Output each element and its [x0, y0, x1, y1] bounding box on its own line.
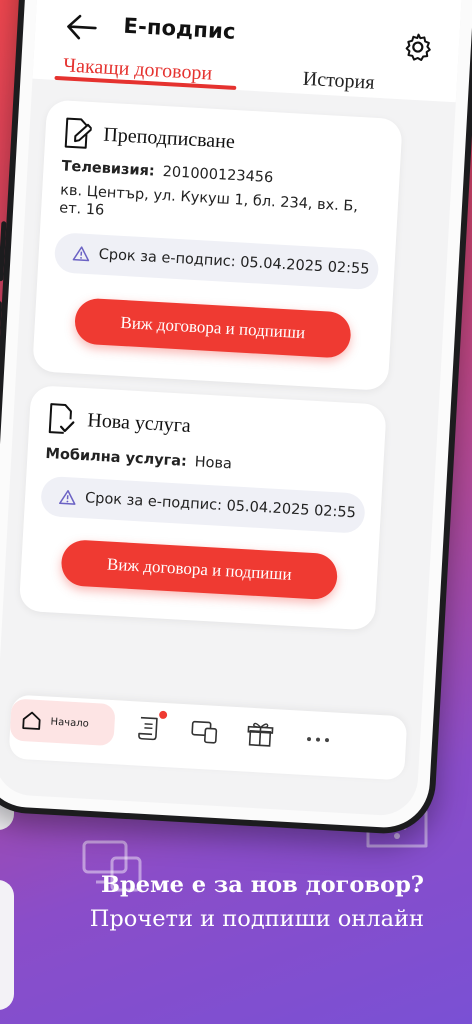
more-icon[interactable] — [303, 723, 333, 753]
app-screen: Е-подпис Чакащи договори История Преподп… — [0, 0, 464, 818]
contract-card: Преподписване Телевизия: 201000123456 кв.… — [32, 99, 403, 391]
deadline-text: Срок за е-подпис: 05.04.2025 02:55 — [98, 246, 370, 278]
devices-icon[interactable] — [190, 716, 220, 746]
warning-icon — [59, 489, 76, 505]
service-value: Нова — [194, 454, 233, 473]
address-line: кв. Център, ул. Кукуш 1, бл. 234, вх. Б, — [59, 182, 359, 215]
card-title: Преподписване — [102, 123, 236, 153]
view-and-sign-button[interactable]: Виж договора и подпиши — [73, 297, 352, 359]
tagline-bold: Време е за нов договор? — [101, 872, 424, 898]
document-check-icon — [48, 403, 75, 434]
phone-mockup: Е-подпис Чакащи договори История Преподп… — [0, 0, 472, 837]
warning-icon — [72, 246, 90, 262]
card-header: Нова услуга — [47, 402, 192, 442]
tab-history[interactable]: История — [302, 68, 375, 95]
contract-scroll-icon[interactable] — [134, 713, 164, 743]
background-card — [0, 880, 14, 1010]
arrow-left-icon[interactable] — [65, 12, 99, 42]
tagline-rest: Прочети и подпиши онлайн — [89, 906, 424, 932]
card-title: Нова услуга — [86, 408, 192, 437]
deadline-banner: Срок за е-подпис: 05.04.2025 02:55 — [53, 232, 380, 291]
bottom-navigation: Начало — [8, 694, 408, 781]
promo-tagline: Време е за нов договор? Прочети и подпиш… — [84, 868, 424, 936]
deadline-banner: Срок за е-подпис: 05.04.2025 02:55 — [40, 475, 366, 534]
document-edit-icon — [64, 117, 93, 149]
view-and-sign-button[interactable]: Виж договора и подпиши — [60, 539, 339, 601]
deadline-text: Срок за е-подпис: 05.04.2025 02:55 — [84, 490, 357, 522]
notification-badge — [158, 710, 168, 720]
card-header: Преподписване — [63, 116, 236, 158]
address-line: ет. 16 — [58, 200, 105, 219]
service-line: Телевизия: 201000123456 — [61, 158, 274, 186]
service-value: 201000123456 — [162, 164, 274, 187]
gear-icon[interactable] — [402, 31, 434, 63]
page-title: Е-подпис — [122, 13, 237, 44]
app-header: Е-подпис Чакащи договори История — [32, 0, 464, 103]
nav-home-label: Начало — [50, 716, 90, 730]
service-label: Телевизия: — [61, 158, 156, 180]
home-icon — [22, 711, 41, 730]
nav-home[interactable]: Начало — [9, 698, 116, 747]
service-label: Мобилна услуга: — [45, 445, 188, 470]
gift-icon[interactable] — [245, 720, 275, 750]
contract-card: Нова услуга Мобилна услуга: Нова Срок за … — [18, 385, 387, 631]
service-line: Мобилна услуга: Нова — [45, 446, 232, 472]
